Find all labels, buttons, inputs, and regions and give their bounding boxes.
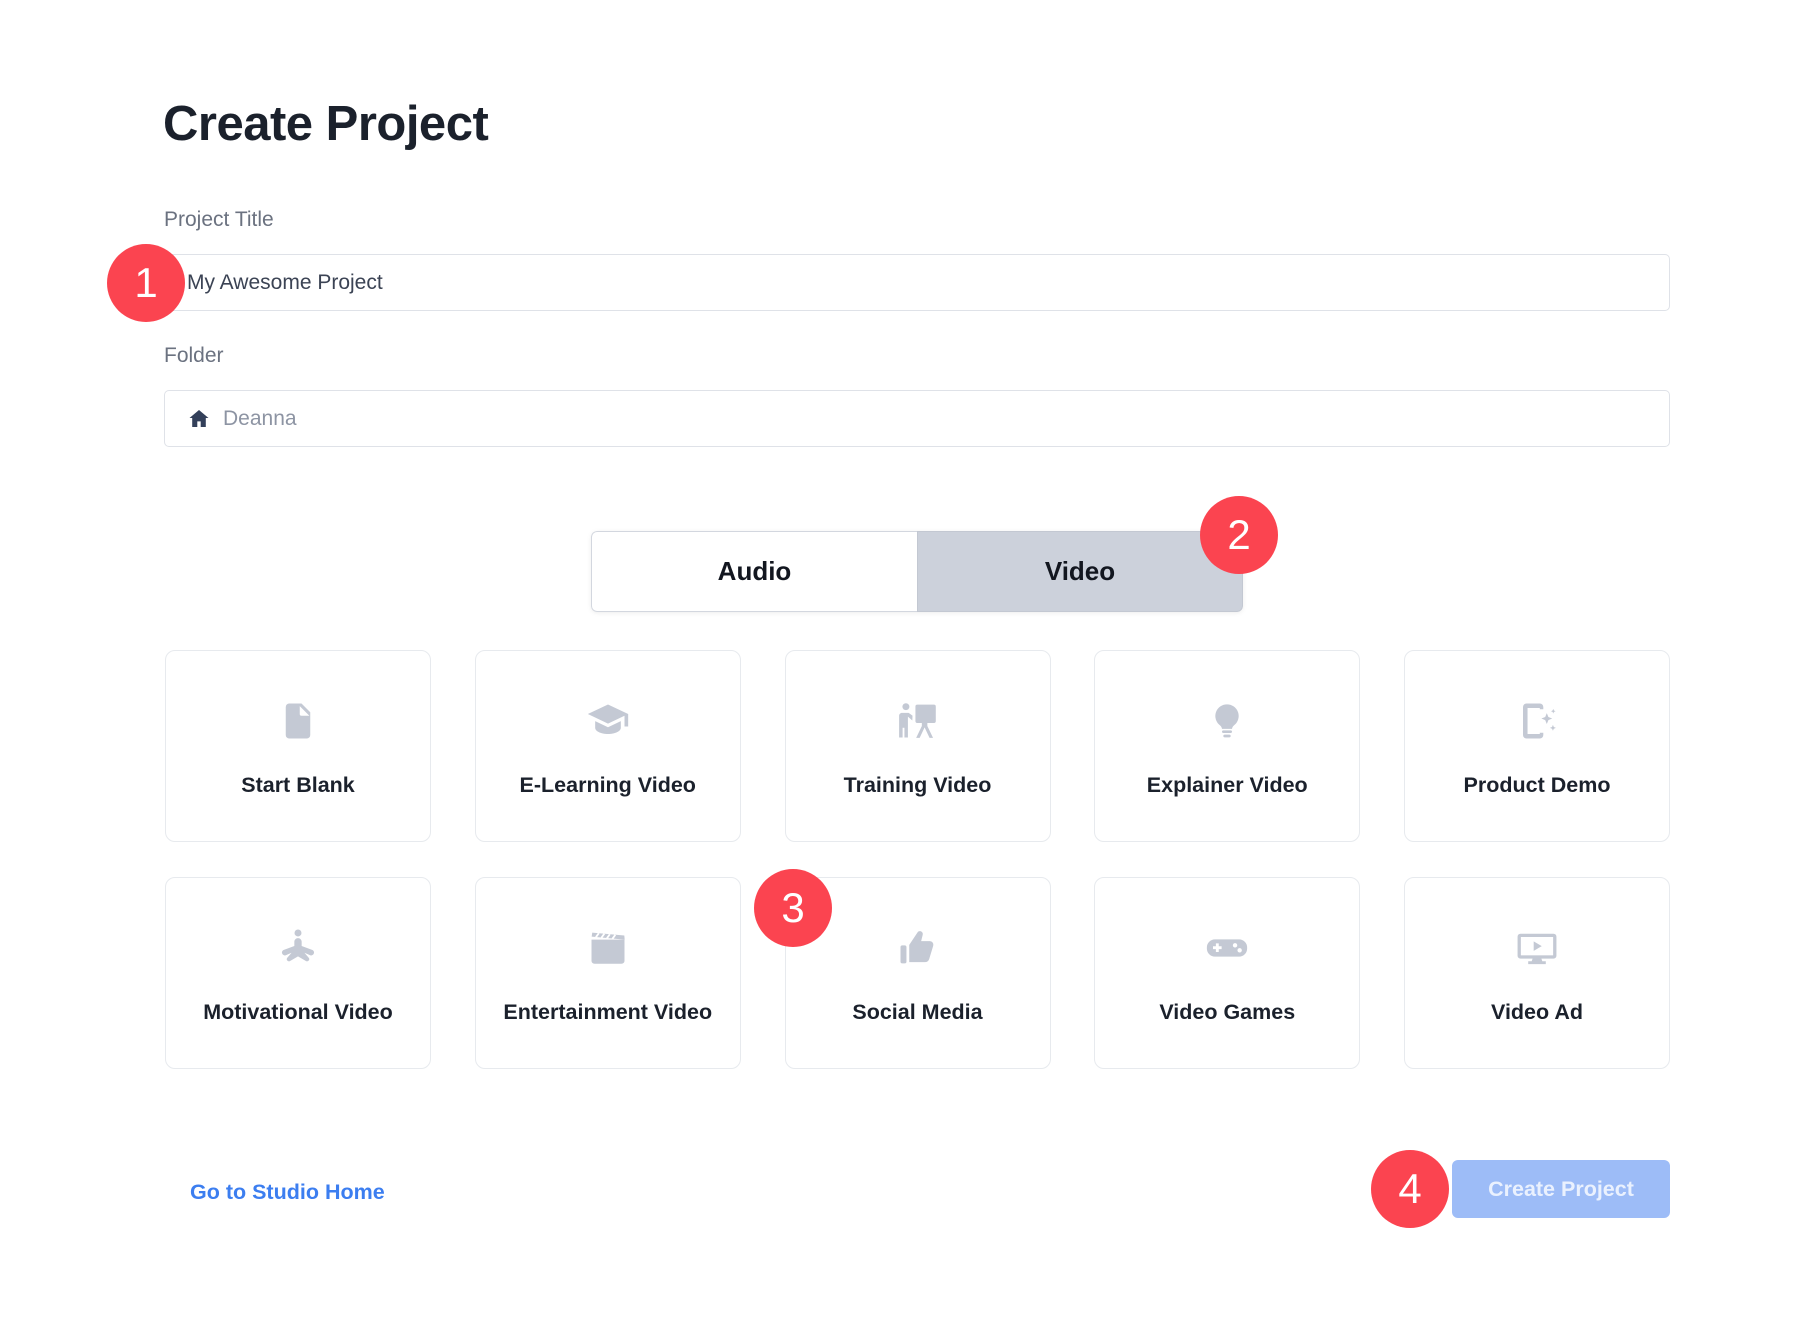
lightbulb-icon: [1207, 695, 1247, 747]
card-label: Explainer Video: [1147, 773, 1308, 798]
monitor-play-icon: [1515, 922, 1559, 974]
video-ad-card[interactable]: Video Ad: [1404, 877, 1670, 1069]
project-title-value: My Awesome Project: [187, 271, 383, 295]
page-title: Create Project: [163, 96, 488, 152]
card-label: E-Learning Video: [520, 773, 696, 798]
clapperboard-icon: [586, 922, 630, 974]
card-label: Video Games: [1159, 1000, 1295, 1025]
motivational-video-card[interactable]: Motivational Video: [165, 877, 431, 1069]
card-label: Entertainment Video: [503, 1000, 712, 1025]
video-games-card[interactable]: Video Games: [1094, 877, 1360, 1069]
step-badge-1: 1: [107, 244, 185, 322]
folder-value: Deanna: [223, 407, 297, 431]
product-demo-card[interactable]: Product Demo: [1404, 650, 1670, 842]
media-type-toggle: Audio Video: [591, 531, 1243, 612]
document-icon: [277, 695, 319, 747]
presenter-easel-icon: [896, 695, 940, 747]
start-blank-card[interactable]: Start Blank: [165, 650, 431, 842]
phone-sparkle-icon: [1516, 695, 1558, 747]
card-label: Social Media: [852, 1000, 982, 1025]
create-project-page: Create Project Project Title My Awesome …: [0, 0, 1800, 1319]
card-label: Training Video: [844, 773, 992, 798]
training-video-card[interactable]: Training Video: [785, 650, 1051, 842]
card-label: Product Demo: [1464, 773, 1611, 798]
step-badge-3: 3: [754, 869, 832, 947]
home-icon: [187, 407, 211, 431]
template-grid: Start Blank E-Learning Video Training Vi…: [165, 650, 1670, 1069]
thumbs-up-icon: [897, 922, 939, 974]
project-title-label: Project Title: [164, 208, 274, 232]
step-badge-2: 2: [1200, 496, 1278, 574]
meditation-icon: [276, 922, 320, 974]
step-badge-4: 4: [1371, 1150, 1449, 1228]
card-label: Video Ad: [1491, 1000, 1583, 1025]
folder-label: Folder: [164, 344, 224, 368]
video-toggle[interactable]: Video: [917, 531, 1243, 612]
card-label: Start Blank: [241, 773, 355, 798]
folder-select[interactable]: Deanna: [164, 390, 1670, 447]
project-title-input[interactable]: My Awesome Project: [164, 254, 1670, 311]
gamepad-icon: [1204, 922, 1250, 974]
card-label: Motivational Video: [203, 1000, 393, 1025]
audio-toggle[interactable]: Audio: [591, 531, 917, 612]
entertainment-video-card[interactable]: Entertainment Video: [475, 877, 741, 1069]
graduation-cap-icon: [586, 695, 630, 747]
go-to-studio-home-link[interactable]: Go to Studio Home: [190, 1180, 385, 1205]
e-learning-video-card[interactable]: E-Learning Video: [475, 650, 741, 842]
explainer-video-card[interactable]: Explainer Video: [1094, 650, 1360, 842]
create-project-button[interactable]: Create Project: [1452, 1160, 1670, 1218]
